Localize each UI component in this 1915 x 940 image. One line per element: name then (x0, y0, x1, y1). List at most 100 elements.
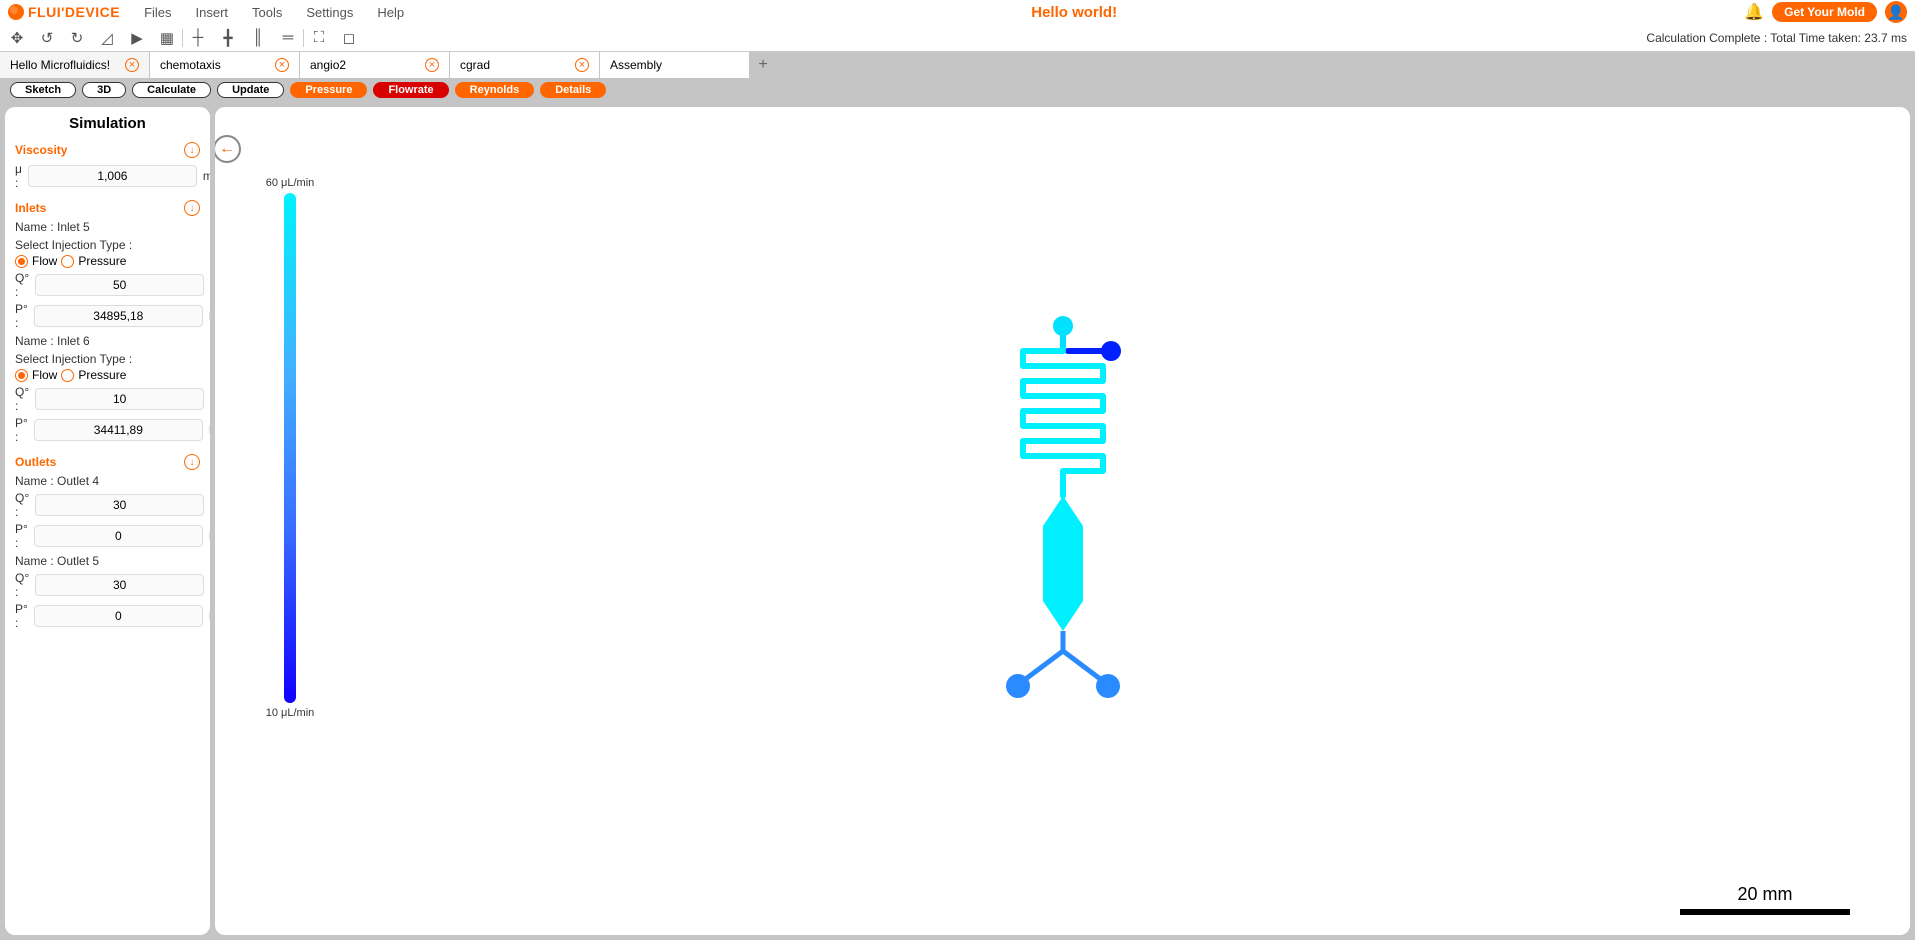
header-right: 🔔 Get Your Mold 👤 (1744, 1, 1907, 23)
move-icon[interactable]: ✥ (8, 29, 26, 47)
back-button[interactable]: ← (215, 135, 241, 163)
tab-assembly[interactable]: Assembly (600, 52, 750, 78)
tool-group-fit: ⛶ ◻ (310, 29, 358, 47)
q-input[interactable] (35, 574, 204, 596)
header: FLUI'DEVICE Files Insert Tools Settings … (0, 0, 1915, 24)
radio-flow[interactable] (15, 255, 28, 268)
q-label: Q° : (15, 271, 29, 299)
p-label: P° : (15, 522, 28, 550)
separator (303, 29, 304, 47)
calculate-button[interactable]: Calculate (132, 82, 211, 98)
menu-help[interactable]: Help (377, 5, 404, 20)
tab-chemotaxis[interactable]: chemotaxis × (150, 52, 300, 78)
app-logo[interactable]: FLUI'DEVICE (8, 4, 120, 20)
radio-flow[interactable] (15, 369, 28, 382)
p-input[interactable] (34, 305, 203, 327)
radio-pressure-label: Pressure (78, 368, 126, 382)
colorbar-min: 10 μL/min (260, 707, 320, 719)
collapse-icon[interactable]: ↓ (184, 200, 200, 216)
colorbar-gradient (284, 193, 296, 703)
close-icon[interactable]: × (575, 58, 589, 72)
radio-pressure[interactable] (61, 255, 74, 268)
dist-h-icon[interactable]: ║ (249, 29, 267, 47)
menu-settings[interactable]: Settings (306, 5, 353, 20)
p-unit: Pa (209, 309, 210, 323)
menubar: Files Insert Tools Settings Help (144, 5, 404, 20)
q-label: Q° : (15, 385, 29, 413)
collapse-icon[interactable]: ↓ (184, 454, 200, 470)
q-input[interactable] (35, 388, 204, 410)
device-diagram (963, 311, 1163, 731)
rotate-ccw-icon[interactable]: ↺ (38, 29, 56, 47)
fit-screen-icon[interactable]: ⛶ (310, 29, 328, 47)
p-unit: Pa (209, 609, 210, 623)
scalebar-label: 20 mm (1680, 884, 1850, 905)
app-name: FLUI'DEVICE (28, 4, 120, 20)
tab-angio2[interactable]: angio2 × (300, 52, 450, 78)
rotate-cw-icon[interactable]: ↻ (68, 29, 86, 47)
play-icon[interactable]: ▶ (128, 29, 146, 47)
inj-type-label: Select Injection Type : (15, 238, 200, 252)
details-button[interactable]: Details (540, 82, 606, 98)
q-input[interactable] (35, 274, 204, 296)
sketch-button[interactable]: Sketch (10, 82, 76, 98)
close-icon[interactable]: × (125, 58, 139, 72)
tab-label: cgrad (460, 58, 490, 72)
canvas[interactable]: ← 60 μL/min 10 μL/min (215, 107, 1910, 935)
view-toolbar: Sketch 3D Calculate Update Pressure Flow… (0, 78, 1915, 102)
main: Simulation Viscosity ↓ μ : mPa.s Inlets … (0, 102, 1915, 940)
viscosity-section: Viscosity ↓ μ : mPa.s (15, 142, 200, 190)
q-label: Q° : (15, 491, 29, 519)
mu-input[interactable] (28, 165, 197, 187)
flowrate-button[interactable]: Flowrate (373, 82, 448, 98)
p-unit: Pa (209, 423, 210, 437)
tool-group-nav: ✥ ↺ ↻ ◿ ▶ ▦ (8, 29, 176, 47)
pressure-button[interactable]: Pressure (290, 82, 367, 98)
radio-pressure[interactable] (61, 369, 74, 382)
radio-pressure-label: Pressure (78, 254, 126, 268)
mu-unit: mPa.s (203, 169, 210, 183)
p-input[interactable] (34, 525, 203, 547)
mu-label: μ : (15, 162, 22, 190)
inj-type-label: Select Injection Type : (15, 352, 200, 366)
p-input[interactable] (34, 605, 203, 627)
3d-button[interactable]: 3D (82, 82, 126, 98)
outlet-name: Name : Outlet 5 (15, 554, 200, 568)
separator (182, 29, 183, 47)
outlet-name: Name : Outlet 4 (15, 474, 200, 488)
update-button[interactable]: Update (217, 82, 284, 98)
add-tab-button[interactable]: + (750, 56, 776, 74)
mirror-icon[interactable]: ◿ (98, 29, 116, 47)
p-label: P° : (15, 416, 28, 444)
q-input[interactable] (35, 494, 204, 516)
panel-title: Simulation (15, 115, 200, 132)
calc-status: Calculation Complete : Total Time taken:… (1646, 31, 1907, 45)
menu-files[interactable]: Files (144, 5, 171, 20)
dist-v-icon[interactable]: ═ (279, 29, 297, 47)
scalebar-line (1680, 909, 1850, 915)
tab-hello-microfluidics[interactable]: Hello Microfluidics! × (0, 52, 150, 78)
close-icon[interactable]: × (425, 58, 439, 72)
inlets-header: Inlets (15, 201, 46, 215)
colorbar: 60 μL/min 10 μL/min (260, 177, 320, 719)
align-h-icon[interactable]: ╋ (219, 29, 237, 47)
bounds-icon[interactable]: ◻ (340, 29, 358, 47)
user-avatar[interactable]: 👤 (1885, 1, 1907, 23)
tab-label: chemotaxis (160, 58, 221, 72)
align-v-icon[interactable]: ┼ (189, 29, 207, 47)
tab-cgrad[interactable]: cgrad × (450, 52, 600, 78)
reynolds-button[interactable]: Reynolds (455, 82, 535, 98)
collapse-icon[interactable]: ↓ (184, 142, 200, 158)
close-icon[interactable]: × (275, 58, 289, 72)
menu-tools[interactable]: Tools (252, 5, 282, 20)
toolbar: ✥ ↺ ↻ ◿ ▶ ▦ ┼ ╋ ║ ═ ⛶ ◻ Calculation Comp… (0, 24, 1915, 52)
bell-icon[interactable]: 🔔 (1744, 2, 1764, 22)
radio-flow-label: Flow (32, 368, 57, 382)
p-label: P° : (15, 602, 28, 630)
menu-insert[interactable]: Insert (196, 5, 229, 20)
p-input[interactable] (34, 419, 203, 441)
tab-label: Assembly (610, 58, 662, 72)
viscosity-header: Viscosity (15, 143, 67, 157)
get-mold-button[interactable]: Get Your Mold (1772, 2, 1877, 22)
grid-icon[interactable]: ▦ (158, 29, 176, 47)
